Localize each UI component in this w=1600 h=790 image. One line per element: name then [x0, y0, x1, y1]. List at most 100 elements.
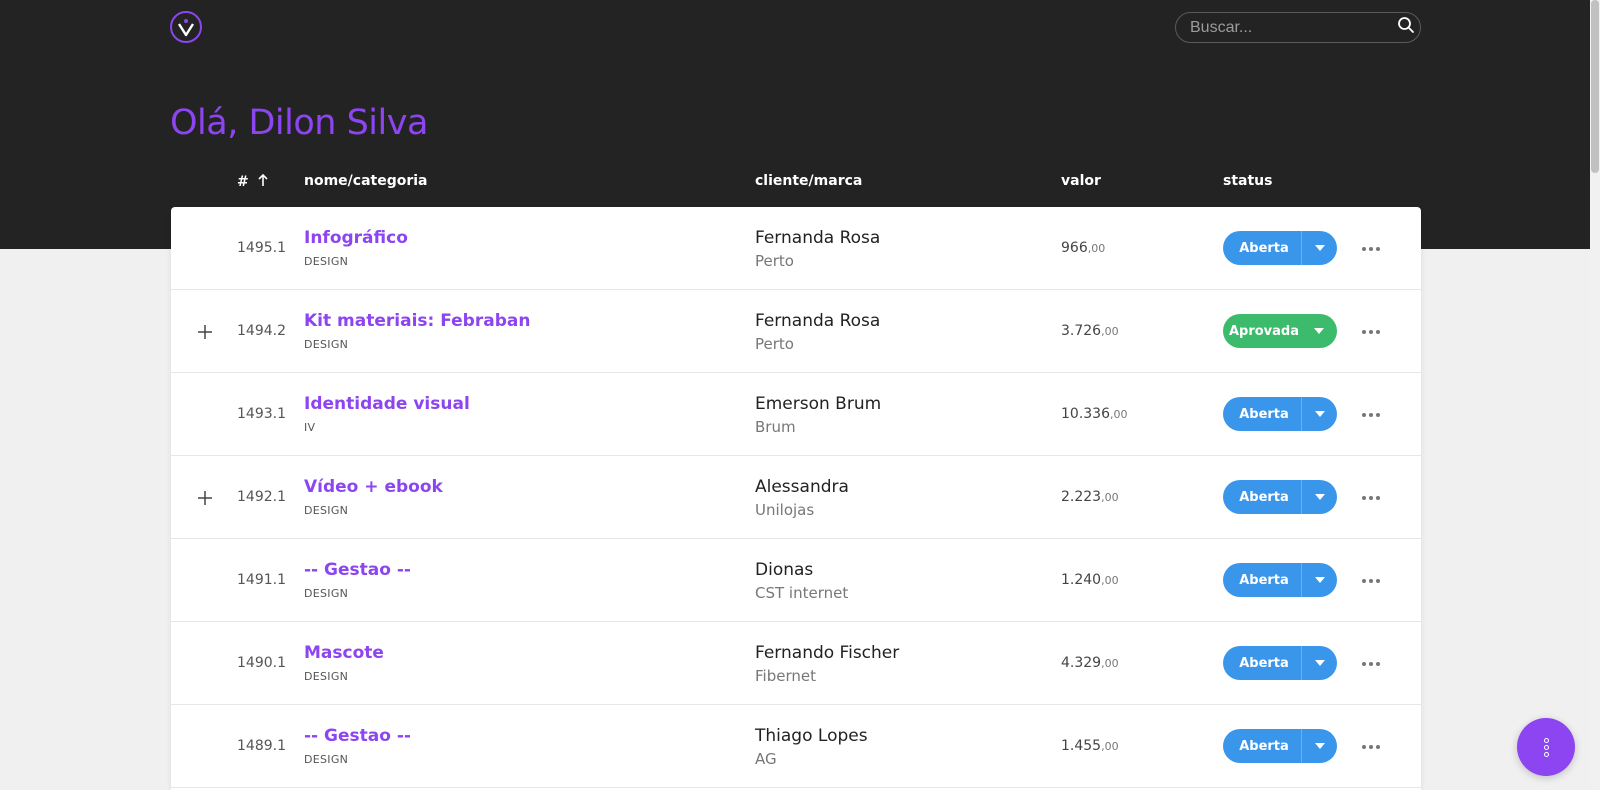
row-client: Dionas — [755, 560, 814, 580]
row-name-link[interactable]: -- Gestao -- — [304, 560, 411, 580]
status-dropdown[interactable]: Aberta — [1223, 231, 1337, 265]
row-number: 1490.1 — [237, 655, 286, 671]
search-input[interactable] — [1190, 18, 1397, 37]
caret-down-icon[interactable] — [1301, 480, 1337, 514]
more-options-icon[interactable] — [1357, 237, 1385, 261]
status-label: Aberta — [1239, 655, 1289, 671]
row-value-cents: ,00 — [1101, 574, 1119, 587]
scrollbar-thumb[interactable] — [1591, 0, 1599, 173]
row-number: 1494.2 — [237, 323, 286, 339]
row-category: DESIGN — [304, 670, 349, 683]
row-name-link[interactable]: Kit materiais: Febraban — [304, 311, 530, 331]
row-value: 3.726,00 — [1061, 323, 1119, 339]
column-header-status[interactable]: status — [1223, 173, 1272, 189]
search-box[interactable] — [1175, 12, 1421, 43]
search-icon[interactable] — [1397, 16, 1415, 39]
row-brand: CST internet — [755, 584, 849, 602]
more-vertical-icon — [1543, 737, 1549, 757]
status-label: Aberta — [1239, 738, 1289, 754]
status-label: Aberta — [1239, 406, 1289, 422]
caret-down-icon[interactable] — [1301, 729, 1337, 763]
table-row[interactable]: 1492.1 Vídeo + ebook DESIGN Alessandra Unilo… — [171, 456, 1421, 539]
column-header-client[interactable]: cliente/marca — [755, 173, 862, 189]
row-number: 1495.1 — [237, 240, 286, 256]
row-client: Alessandra — [755, 477, 849, 497]
more-options-icon[interactable] — [1357, 403, 1385, 427]
expand-plus-icon[interactable] — [193, 320, 217, 344]
status-label: Aberta — [1239, 240, 1289, 256]
row-name-link[interactable]: Vídeo + ebook — [304, 477, 443, 497]
status-dropdown[interactable]: Aberta — [1223, 563, 1337, 597]
caret-down-icon[interactable] — [1301, 314, 1337, 348]
status-dropdown[interactable]: Aprovada — [1223, 314, 1337, 348]
status-label: Aberta — [1239, 572, 1289, 588]
row-number: 1492.1 — [237, 489, 286, 505]
column-header-number[interactable]: # — [237, 173, 269, 191]
caret-down-icon[interactable] — [1301, 231, 1337, 265]
row-category: DESIGN — [304, 587, 349, 600]
row-value: 1.240,00 — [1061, 572, 1119, 588]
table-row[interactable]: 1495.1 Infográfico DESIGN Fernanda Rosa Pert… — [171, 207, 1421, 290]
row-number: 1493.1 — [237, 406, 286, 422]
floating-action-button[interactable] — [1517, 718, 1575, 776]
row-value-amount: 2.223 — [1061, 489, 1102, 505]
row-value-amount: 966 — [1061, 240, 1088, 256]
caret-down-icon[interactable] — [1301, 397, 1337, 431]
v-logo-icon[interactable] — [170, 11, 202, 43]
row-category: IV — [304, 421, 316, 434]
table-row[interactable]: 1494.2 Kit materiais: Febraban DESIGN Ferna… — [171, 290, 1421, 373]
row-value-cents: ,00 — [1110, 408, 1128, 421]
row-client: Fernando Fischer — [755, 643, 900, 663]
status-label: Aprovada — [1228, 323, 1300, 339]
row-value-amount: 1.240 — [1061, 572, 1102, 588]
caret-down-icon[interactable] — [1301, 563, 1337, 597]
more-options-icon[interactable] — [1357, 320, 1385, 344]
row-value: 2.223,00 — [1061, 489, 1119, 505]
row-value-amount: 3.726 — [1061, 323, 1102, 339]
status-dropdown[interactable]: Aberta — [1223, 397, 1337, 431]
column-header-value[interactable]: valor — [1061, 173, 1101, 189]
row-value: 966,00 — [1061, 240, 1105, 256]
table-row[interactable]: 1489.1 -- Gestao -- DESIGN Thiago Lopes AG 1.… — [171, 705, 1421, 788]
row-value-cents: ,00 — [1101, 325, 1119, 338]
row-name-link[interactable]: Mascote — [304, 643, 384, 663]
table-row[interactable]: 1491.1 -- Gestao -- DESIGN Dionas CST intern… — [171, 539, 1421, 622]
more-options-icon[interactable] — [1357, 486, 1385, 510]
proposals-table: 1495.1 Infográfico DESIGN Fernanda Rosa Pert… — [171, 207, 1421, 790]
row-value-amount: 10.336 — [1061, 406, 1110, 422]
page-greeting: Olá, Dilon Silva — [170, 103, 428, 143]
row-name-link[interactable]: Identidade visual — [304, 394, 470, 414]
status-dropdown[interactable]: Aberta — [1223, 480, 1337, 514]
more-options-icon[interactable] — [1357, 652, 1385, 676]
expand-plus-icon[interactable] — [193, 486, 217, 510]
table-row[interactable]: 1493.1 Identidade visual IV Emerson Brum Bru… — [171, 373, 1421, 456]
row-brand: Brum — [755, 418, 796, 436]
row-number: 1489.1 — [237, 738, 286, 754]
row-name-link[interactable]: -- Gestao -- — [304, 726, 411, 746]
table-row[interactable]: 1490.1 Mascote DESIGN Fernando Fischer Fiber… — [171, 622, 1421, 705]
status-label: Aberta — [1239, 489, 1289, 505]
row-value: 10.336,00 — [1061, 406, 1128, 422]
row-category: DESIGN — [304, 504, 349, 517]
more-options-icon[interactable] — [1357, 735, 1385, 759]
row-brand: Unilojas — [755, 501, 815, 519]
status-dropdown[interactable]: Aberta — [1223, 729, 1337, 763]
row-client: Fernanda Rosa — [755, 311, 881, 331]
more-options-icon[interactable] — [1357, 569, 1385, 593]
column-header-number-label: # — [237, 174, 249, 190]
row-category: DESIGN — [304, 255, 349, 268]
row-value-cents: ,00 — [1101, 657, 1119, 670]
arrow-up-icon — [257, 173, 269, 191]
row-name-link[interactable]: Infográfico — [304, 228, 408, 248]
column-header-name[interactable]: nome/categoria — [304, 173, 428, 189]
row-value-cents: ,00 — [1101, 491, 1119, 504]
scrollbar[interactable] — [1590, 0, 1600, 790]
row-value: 1.455,00 — [1061, 738, 1119, 754]
row-number: 1491.1 — [237, 572, 286, 588]
row-brand: AG — [755, 750, 777, 768]
row-client: Thiago Lopes — [755, 726, 868, 746]
row-brand: Perto — [755, 252, 794, 270]
status-dropdown[interactable]: Aberta — [1223, 646, 1337, 680]
caret-down-icon[interactable] — [1301, 646, 1337, 680]
row-value-amount: 4.329 — [1061, 655, 1102, 671]
